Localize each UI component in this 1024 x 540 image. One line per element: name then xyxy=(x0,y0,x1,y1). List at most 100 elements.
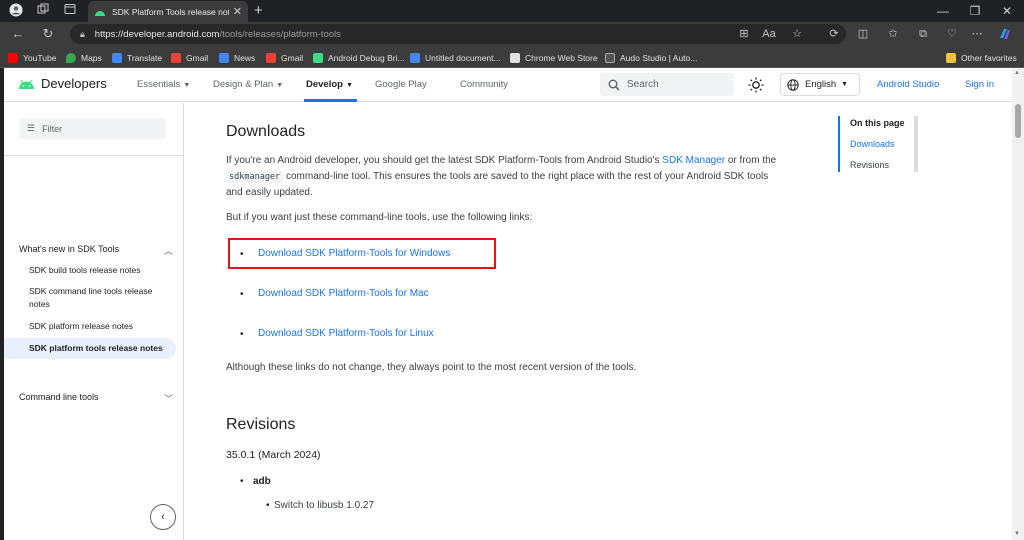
other-favorites[interactable]: Other favorites xyxy=(946,51,1017,64)
scroll-thumb[interactable] xyxy=(1015,104,1021,138)
caret-down-icon: ▼ xyxy=(276,82,284,89)
sidebar-group-whats-new[interactable]: What's new in SDK Tools xyxy=(19,244,119,254)
refresh-icon[interactable]: ↻ xyxy=(40,26,56,42)
version-heading: 35.0.1 (March 2024) xyxy=(226,449,321,461)
caret-down-icon: ▼ xyxy=(183,82,191,89)
sidebar-item-build-tools[interactable]: SDK build tools release notes xyxy=(29,264,174,277)
filter-icon: ☰ xyxy=(27,123,36,133)
scroll-up-icon[interactable]: ▲ xyxy=(1014,70,1020,76)
theme-toggle-icon[interactable] xyxy=(748,77,764,93)
caret-down-icon: ▼ xyxy=(345,82,353,89)
lock-icon: 🔒︎ xyxy=(80,28,85,39)
filter-placeholder: Filter xyxy=(42,123,63,134)
address-bar[interactable]: 🔒︎ https://developer.android.com/tools/r… xyxy=(70,24,846,44)
sidebar-item-command-line-tools[interactable]: SDK command line tools release notes xyxy=(29,285,174,311)
nav-essentials[interactable]: Essentials ▼ xyxy=(137,79,190,90)
profile-icon[interactable] xyxy=(8,3,24,19)
active-nav-indicator xyxy=(304,99,357,102)
filter-input[interactable]: ☰ Filter xyxy=(19,118,166,139)
docs-icon xyxy=(410,52,420,63)
minimize-icon[interactable]: — xyxy=(932,2,954,20)
split-screen-icon[interactable]: ◫ xyxy=(856,27,870,41)
workspaces-icon[interactable] xyxy=(35,3,51,19)
language-selector[interactable]: English ▼ xyxy=(780,73,860,96)
copilot-icon[interactable] xyxy=(998,27,1012,41)
tab-close-icon[interactable]: ✕ xyxy=(233,5,242,18)
toc-revisions[interactable]: Revisions xyxy=(850,160,889,170)
bookmark-gmail[interactable]: Gmail xyxy=(171,51,208,64)
search-input[interactable] xyxy=(627,79,727,90)
intro-paragraph: If you're an Android developer, you shou… xyxy=(226,155,777,198)
highlight-box xyxy=(228,238,496,269)
sidebar-item-platform-tools[interactable]: SDK platform tools release notes xyxy=(4,338,176,359)
site-search[interactable] xyxy=(600,73,734,96)
youtube-icon xyxy=(8,52,18,63)
collapse-sidebar-button[interactable]: ‹ xyxy=(150,504,176,530)
android-favicon-icon xyxy=(95,10,105,16)
back-icon[interactable]: ← xyxy=(10,26,26,42)
revisions-heading: Revisions xyxy=(226,416,296,433)
extensions-icon[interactable]: ⟳ xyxy=(827,27,841,41)
bookmark-chrome-web-store[interactable]: Chrome Web Store xyxy=(510,51,598,64)
reader-mode-icon[interactable]: Aa xyxy=(762,27,776,41)
sidebar-group-command-line-tools[interactable]: Command line tools xyxy=(19,392,99,402)
adb-heading: adb xyxy=(253,476,271,487)
app-available-icon[interactable]: ⊞ xyxy=(737,27,751,41)
collections-icon[interactable]: ⧉ xyxy=(916,27,930,41)
sign-in-link[interactable]: Sign in xyxy=(965,79,994,90)
browser-titlebar: SDK Platform Tools release notes ✕ + — ❐… xyxy=(0,0,1024,22)
android-icon xyxy=(313,52,323,63)
android-studio-link[interactable]: Android Studio xyxy=(877,79,939,90)
toc-active-bar xyxy=(838,116,840,172)
bookmark-translate[interactable]: Translate xyxy=(112,51,162,64)
logo-text: Developers xyxy=(41,76,107,91)
favorites-icon[interactable]: ✩ xyxy=(886,27,900,41)
caret-down-icon: ▼ xyxy=(841,81,849,88)
toc-downloads[interactable]: Downloads xyxy=(850,139,895,149)
more-options-icon[interactable]: ⋯ xyxy=(970,27,984,41)
new-tab-icon[interactable]: + xyxy=(254,2,263,20)
browser-toolbar: ← ↻ 🔒︎ https://developer.android.com/too… xyxy=(0,22,1024,46)
search-icon xyxy=(608,79,620,91)
sidebar-item-platform[interactable]: SDK platform release notes xyxy=(29,320,174,333)
active-tab[interactable]: SDK Platform Tools release notes ✕ xyxy=(88,1,248,22)
maps-icon xyxy=(66,52,76,63)
audo-icon xyxy=(605,52,615,63)
download-linux-link[interactable]: Download SDK Platform-Tools for Linux xyxy=(258,328,434,339)
android-logo-icon xyxy=(19,79,34,89)
sdk-manager-link[interactable]: SDK Manager xyxy=(662,155,725,166)
scroll-down-icon[interactable]: ▼ xyxy=(1014,531,1020,537)
tab-actions-icon[interactable] xyxy=(62,3,78,19)
bookmark-android-debug[interactable]: Android Debug Bri... xyxy=(313,51,405,64)
close-window-icon[interactable]: ✕ xyxy=(996,2,1018,20)
bullet: • xyxy=(240,476,244,487)
language-label: English xyxy=(805,79,837,90)
chevron-down-icon[interactable]: ﹀ xyxy=(164,392,173,405)
bookmark-maps[interactable]: Maps xyxy=(66,51,102,64)
nav-develop[interactable]: Develop ▼ xyxy=(306,79,353,90)
chevron-up-icon[interactable]: ︿ xyxy=(164,244,173,257)
bookmark-audo-studio[interactable]: Audo Studio | Auto... xyxy=(605,51,697,64)
toc-scroll-bar xyxy=(914,116,918,172)
bullet: • xyxy=(240,329,244,340)
nav-design-plan[interactable]: Design & Plan ▼ xyxy=(213,79,283,90)
bookmarks-bar: YouTube Maps Translate Gmail News Gmail … xyxy=(0,46,1024,68)
folder-icon xyxy=(946,52,956,63)
toc-title: On this page xyxy=(850,118,905,128)
restore-icon[interactable]: ❐ xyxy=(964,2,986,20)
bookmark-youtube[interactable]: YouTube xyxy=(8,51,56,64)
bullet: • xyxy=(240,289,244,300)
revision-item: Switch to libusb 1.0.27 xyxy=(274,500,375,511)
favorite-star-icon[interactable]: ☆ xyxy=(790,27,804,41)
browser-essentials-icon[interactable]: ♡ xyxy=(945,27,959,41)
nav-google-play[interactable]: Google Play xyxy=(375,79,427,90)
bookmark-untitled-document[interactable]: Untitled document... xyxy=(410,51,501,64)
left-sidebar: ☰ Filter What's new in SDK Tools ︿ SDK b… xyxy=(4,103,184,540)
nav-community[interactable]: Community xyxy=(460,79,508,90)
page-scrollbar[interactable]: ▲ ▼ xyxy=(1012,68,1024,540)
bookmark-news[interactable]: News xyxy=(219,51,255,64)
bookmark-gmail-2[interactable]: Gmail xyxy=(266,51,303,64)
developers-logo[interactable]: Developers xyxy=(18,76,107,91)
sdkmanager-code: sdkmanager xyxy=(226,171,284,183)
download-mac-link[interactable]: Download SDK Platform-Tools for Mac xyxy=(258,288,429,299)
